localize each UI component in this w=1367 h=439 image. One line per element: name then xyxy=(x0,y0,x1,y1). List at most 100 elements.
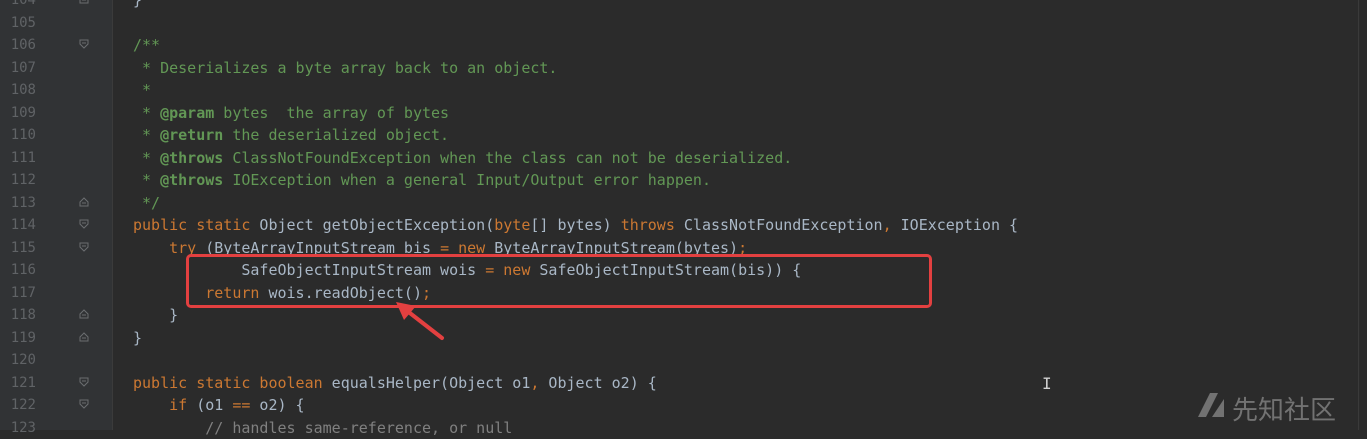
code-token: @return xyxy=(160,126,224,144)
code-token: * xyxy=(142,148,161,167)
code-token: if xyxy=(169,396,188,414)
code-token: * xyxy=(142,126,161,144)
code-line[interactable]: 111 * @throws ClassNotFoundException whe… xyxy=(0,147,1367,169)
code-line[interactable]: 119} xyxy=(0,327,1367,349)
code-text: // handles same-reference, or null xyxy=(133,417,512,439)
code-line[interactable]: 107 * Deserializes a byte array back to … xyxy=(0,57,1367,79)
fold-end-icon[interactable] xyxy=(79,331,89,342)
code-text: * @throws ClassNotFoundException when th… xyxy=(133,147,792,169)
line-number: 118 xyxy=(10,307,36,323)
code-token: equalsHelper(Object o1 xyxy=(322,373,531,392)
fold-start-icon[interactable] xyxy=(79,242,89,252)
code-line[interactable]: 109 * @param bytes the array of bytes xyxy=(0,102,1367,124)
fold-start-icon[interactable] xyxy=(79,219,89,229)
code-text: } xyxy=(133,304,178,326)
fold-end-icon[interactable] xyxy=(79,196,89,207)
line-number: 115 xyxy=(10,239,36,256)
line-number: 108 xyxy=(10,82,36,98)
xianzhi-logo-icon xyxy=(1198,393,1232,424)
code-token: * xyxy=(142,103,161,122)
line-number: 120 xyxy=(10,352,36,368)
code-token: } xyxy=(169,306,179,324)
line-number: 117 xyxy=(10,284,36,301)
code-line[interactable]: 123 // handles same-reference, or null xyxy=(0,417,1367,439)
code-token: } xyxy=(133,0,143,9)
code-token: bytes the array of bytes xyxy=(214,103,450,122)
code-token: Object o2) { xyxy=(539,373,657,392)
annotation-arrow-icon xyxy=(392,300,448,348)
code-text: * @param bytes the array of bytes xyxy=(133,102,449,124)
code-line[interactable]: 121 public static boolean equalsHelper(Ob… xyxy=(0,372,1367,394)
text-cursor-icon: I xyxy=(1042,374,1052,393)
code-text: * Deserializes a byte array back to an o… xyxy=(133,57,557,79)
code-token: byte xyxy=(494,216,531,234)
code-token: } xyxy=(133,328,143,347)
code-token: @throws xyxy=(160,171,224,189)
code-line[interactable]: 113 */ xyxy=(0,192,1367,214)
code-token: ClassNotFoundException when the class ca… xyxy=(223,148,793,167)
line-number: 112 xyxy=(10,172,36,188)
code-token: public static xyxy=(133,216,251,234)
line-number: 107 xyxy=(10,59,36,76)
line-number: 104 xyxy=(10,0,36,8)
code-text: } xyxy=(133,0,142,11)
code-token: throws xyxy=(620,216,675,234)
code-token: [] bytes) xyxy=(530,216,621,234)
fold-end-icon[interactable] xyxy=(79,0,89,4)
code-line[interactable]: 105 xyxy=(0,12,1367,34)
line-number: 123 xyxy=(10,419,36,436)
fold-start-icon[interactable] xyxy=(79,39,89,49)
code-token: @param xyxy=(160,103,215,122)
line-number: 114 xyxy=(10,217,36,233)
code-token: the deserialized object. xyxy=(223,126,450,144)
watermark-text: 先知社区 xyxy=(1232,396,1337,426)
fold-end-icon[interactable] xyxy=(79,309,89,319)
line-number: 122 xyxy=(10,397,36,413)
code-token: @throws xyxy=(160,148,224,167)
code-line[interactable]: 120 xyxy=(0,349,1367,371)
code-token: == xyxy=(232,396,251,414)
code-token: , xyxy=(882,216,892,234)
code-text: if (o1 == o2) { xyxy=(133,394,305,416)
code-text: public static boolean equalsHelper(Objec… xyxy=(133,372,657,394)
code-line[interactable]: 110 * @return the deserialized object. xyxy=(0,124,1367,146)
line-number: 119 xyxy=(10,329,36,346)
code-line[interactable]: 112 * @throws IOException when a general… xyxy=(0,169,1367,191)
code-token: o2) { xyxy=(250,396,305,414)
code-token: IOException when a general Input/Output … xyxy=(223,171,711,189)
code-token: IOException { xyxy=(891,216,1019,234)
line-number: 106 xyxy=(10,37,36,53)
line-number: 105 xyxy=(10,14,36,31)
code-text: */ xyxy=(133,192,160,214)
annotation-highlight-box xyxy=(186,254,932,308)
code-token: (o1 xyxy=(187,396,233,414)
code-token: * xyxy=(142,171,161,189)
code-token: * Deserializes a byte array back to an o… xyxy=(142,58,558,77)
code-token: /** xyxy=(133,36,161,54)
line-number: 121 xyxy=(10,374,36,391)
code-line[interactable]: 104} xyxy=(0,0,1367,11)
code-token: // handles same-reference, or null xyxy=(205,418,513,437)
fold-start-icon[interactable] xyxy=(79,399,89,409)
code-line[interactable]: 114 public static Object getObjectExcepti… xyxy=(0,214,1367,236)
code-text: /** xyxy=(133,34,160,56)
code-line[interactable]: 122 if (o1 == o2) { xyxy=(0,394,1367,416)
code-line[interactable]: 106 /** xyxy=(0,34,1367,56)
fold-start-icon[interactable] xyxy=(79,377,89,387)
line-number: 111 xyxy=(10,149,36,166)
line-number: 109 xyxy=(10,104,36,121)
code-token: Object getObjectException( xyxy=(250,216,495,234)
code-text: } xyxy=(133,327,142,349)
code-line[interactable]: 108 * xyxy=(0,79,1367,101)
